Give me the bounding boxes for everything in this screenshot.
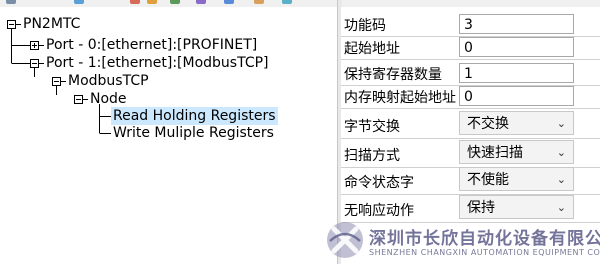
tree-node[interactable]: Node <box>90 90 127 108</box>
prop-select-byte-swap[interactable]: 不交换 ⌄ <box>459 111 574 135</box>
prop-select-value: 快速扫描 <box>467 145 523 161</box>
changxin-logo-icon <box>327 222 363 258</box>
prop-input-start-address[interactable]: 0 <box>459 37 574 57</box>
tree-cmd-read-holding-registers[interactable]: Read Holding Registers <box>111 107 278 125</box>
prop-select-value: 不使能 <box>467 172 509 188</box>
watermark-company-name-en: SHENZHEN CHANGXIN AUTOMATION EQUIPMENT C… <box>369 248 600 257</box>
prop-label-no-response-action: 无响应动作 <box>344 203 414 219</box>
tree-port-0[interactable]: Port - 0:[ethernet]:[PROFINET] <box>46 36 257 54</box>
chevron-down-icon: ⌄ <box>556 117 566 130</box>
prop-label-scan-mode: 扫描方式 <box>344 148 400 164</box>
toolbar-icon[interactable] <box>224 0 234 4</box>
chevron-down-icon: ⌄ <box>556 173 566 186</box>
prop-label-function-code: 功能码 <box>344 18 386 34</box>
prop-label-memory-map-start: 内存映射起始地址 <box>344 90 456 106</box>
tree-cmd-write-multiple-registers[interactable]: Write Muliple Registers <box>113 124 274 142</box>
toolbar-icon[interactable] <box>282 0 292 4</box>
toolbar-icon[interactable] <box>196 0 206 4</box>
toolbar-icon[interactable] <box>74 0 84 4</box>
company-watermark: 深圳市长欣自动化设备有限公司 SHENZHEN CHANGXIN AUTOMAT… <box>326 219 600 264</box>
prop-select-no-response-action[interactable]: 保持 ⌄ <box>459 195 574 219</box>
prop-select-command-status-word[interactable]: 不使能 ⌄ <box>459 167 574 191</box>
prop-select-value: 不交换 <box>467 116 509 132</box>
chevron-down-icon: ⌄ <box>556 146 566 159</box>
toolbar-icon[interactable] <box>130 0 140 4</box>
prop-label-start-address: 起始地址 <box>344 41 400 57</box>
toolbar <box>0 0 600 7</box>
tree-root[interactable]: PN2MTC <box>23 15 80 33</box>
prop-label-byte-swap: 字节交换 <box>344 119 400 135</box>
chevron-down-icon: ⌄ <box>556 201 566 214</box>
prop-input-function-code[interactable]: 3 <box>459 14 574 34</box>
prop-select-value: 保持 <box>467 200 495 216</box>
toolbar-icon[interactable] <box>170 0 180 4</box>
tree-modbustcp[interactable]: ModbusTCP <box>68 72 149 90</box>
prop-label-holding-register-count: 保持寄存器数量 <box>344 67 442 83</box>
watermark-company-name: 深圳市长欣自动化设备有限公司 <box>369 229 600 249</box>
row-divider <box>341 108 600 109</box>
toolbar-icon[interactable] <box>147 0 157 4</box>
prop-input-memory-map-start[interactable]: 0 <box>459 86 574 106</box>
prop-select-scan-mode[interactable]: 快速扫描 ⌄ <box>459 140 574 164</box>
toolbar-icon[interactable] <box>6 0 16 4</box>
device-tree: PN2MTC Port - 0:[ethernet]:[PROFINET] Po… <box>0 7 337 264</box>
prop-label-command-status-word: 命令状态字 <box>344 175 414 191</box>
row-divider <box>341 138 600 139</box>
row-divider <box>341 59 600 60</box>
toolbar-icon[interactable] <box>254 0 264 4</box>
tree-port-1[interactable]: Port - 1:[ethernet]:[ModbusTCP] <box>46 54 269 72</box>
prop-input-holding-register-count[interactable]: 1 <box>459 63 574 83</box>
